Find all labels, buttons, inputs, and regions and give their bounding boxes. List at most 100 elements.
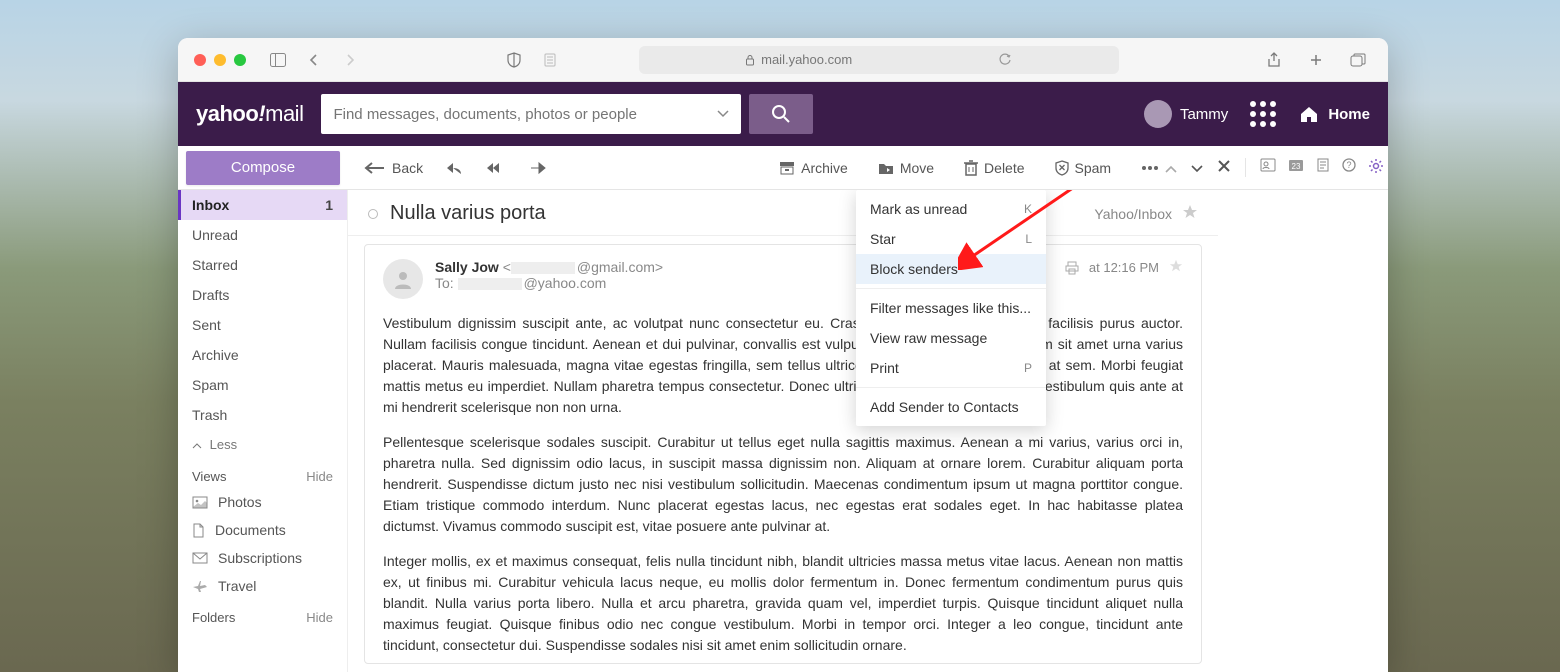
delete-button[interactable]: Delete: [958, 156, 1030, 180]
shield-x-icon: [1055, 160, 1069, 176]
search-button[interactable]: [749, 94, 813, 134]
trash-icon: [964, 160, 978, 176]
lock-icon: [745, 54, 755, 66]
sidebar-item-starred[interactable]: Starred: [178, 250, 347, 280]
prev-message-icon[interactable]: [1165, 160, 1177, 176]
share-icon[interactable]: [1260, 48, 1288, 72]
sidebar-less[interactable]: Less: [178, 430, 347, 459]
spam-button[interactable]: Spam: [1049, 156, 1118, 180]
dd-separator: [856, 288, 1046, 289]
gear-icon[interactable]: [1368, 158, 1384, 177]
chevron-down-icon[interactable]: [717, 105, 729, 123]
nav-forward-icon[interactable]: [336, 48, 364, 72]
minimize-window[interactable]: [214, 54, 226, 66]
message-card: Sally Jow <@gmail.com> To: @yahoo.com at…: [364, 244, 1202, 664]
close-window[interactable]: [194, 54, 206, 66]
dd-view-raw[interactable]: View raw message: [856, 323, 1046, 353]
notepad-icon[interactable]: [1316, 158, 1330, 177]
dd-print[interactable]: Print P: [856, 353, 1046, 383]
right-pane: [1218, 190, 1388, 672]
reload-icon[interactable]: [998, 53, 1012, 67]
new-tab-icon[interactable]: [1302, 48, 1330, 72]
archive-button[interactable]: Archive: [773, 156, 854, 180]
home-icon: [1298, 104, 1320, 124]
forward-button[interactable]: [523, 157, 553, 179]
forward-icon: [529, 161, 547, 175]
reply-all-button[interactable]: [479, 157, 513, 179]
yahoo-header: yahoo!mail Tammy Home: [178, 82, 1388, 146]
message-star-icon[interactable]: [1169, 259, 1183, 276]
main-area: Inbox 1 Unread Starred Drafts Sent Archi…: [178, 190, 1388, 672]
move-button[interactable]: Move: [872, 156, 940, 180]
avatar-icon: [1144, 100, 1172, 128]
sender-avatar: [383, 259, 423, 299]
tabs-icon[interactable]: [1344, 48, 1372, 72]
more-button[interactable]: [1135, 161, 1165, 175]
sidebar-view-travel[interactable]: Travel: [178, 572, 347, 600]
sidebar-item-spam[interactable]: Spam: [178, 370, 347, 400]
redacted-sender: [511, 262, 575, 274]
dd-filter-like-this[interactable]: Filter messages like this...: [856, 293, 1046, 323]
archive-icon: [779, 161, 795, 175]
more-dropdown: Mark as unread K Star L Block senders Fi…: [856, 190, 1046, 426]
sidebar-view-photos[interactable]: Photos: [178, 488, 347, 516]
unread-dot-icon: [368, 209, 378, 219]
sidebar-item-drafts[interactable]: Drafts: [178, 280, 347, 310]
account-menu[interactable]: Tammy: [1144, 100, 1228, 128]
dd-block-senders[interactable]: Block senders: [856, 254, 1046, 284]
message-subject: Nulla varius porta: [390, 202, 546, 225]
browser-window: mail.yahoo.com yahoo!mail: [178, 38, 1388, 672]
back-button[interactable]: Back: [358, 156, 429, 180]
reply-button[interactable]: [439, 157, 469, 179]
svg-text:?: ?: [1347, 160, 1352, 170]
address-bar[interactable]: mail.yahoo.com: [639, 46, 1119, 74]
subject-row: Nulla varius porta Yahoo/Inbox: [348, 190, 1218, 236]
message-content: Nulla varius porta Yahoo/Inbox Sally Jow: [348, 190, 1218, 672]
calendar-icon[interactable]: 23: [1288, 158, 1304, 177]
sidebar-views-header: Views Hide: [178, 459, 347, 488]
yahoo-mail-logo[interactable]: yahoo!mail: [196, 101, 303, 127]
arrow-left-icon: [364, 161, 386, 175]
nav-back-icon[interactable]: [300, 48, 328, 72]
folders-hide-link[interactable]: Hide: [306, 610, 333, 625]
sidebar-item-sent[interactable]: Sent: [178, 310, 347, 340]
sidebar-toggle-icon[interactable]: [264, 48, 292, 72]
home-link[interactable]: Home: [1298, 104, 1370, 124]
help-icon[interactable]: ?: [1342, 158, 1356, 177]
compose-button[interactable]: Compose: [186, 151, 340, 185]
zoom-window[interactable]: [234, 54, 246, 66]
search-box[interactable]: [321, 94, 741, 134]
breadcrumb[interactable]: Yahoo/Inbox: [1094, 206, 1172, 222]
dd-add-sender-contacts[interactable]: Add Sender to Contacts: [856, 392, 1046, 422]
close-message-icon[interactable]: [1217, 159, 1231, 176]
svg-text:23: 23: [1292, 162, 1301, 171]
sidebar: Inbox 1 Unread Starred Drafts Sent Archi…: [178, 190, 348, 672]
reply-icon: [445, 161, 463, 175]
user-name: Tammy: [1180, 106, 1228, 123]
apps-grid-icon[interactable]: [1250, 101, 1276, 127]
contacts-icon[interactable]: [1260, 158, 1276, 177]
url-text: mail.yahoo.com: [761, 52, 852, 67]
sidebar-item-archive[interactable]: Archive: [178, 340, 347, 370]
views-hide-link[interactable]: Hide: [306, 469, 333, 484]
reader-icon[interactable]: [536, 48, 564, 72]
sidebar-item-unread[interactable]: Unread: [178, 220, 347, 250]
sidebar-item-inbox[interactable]: Inbox 1: [178, 190, 347, 220]
shield-icon[interactable]: [500, 48, 528, 72]
message-body: Vestibulum dignissim suscipit ante, ac v…: [383, 313, 1183, 664]
next-message-icon[interactable]: [1191, 160, 1203, 176]
search-input[interactable]: [333, 106, 717, 123]
sidebar-view-subscriptions[interactable]: Subscriptions: [178, 544, 347, 572]
dd-mark-unread[interactable]: Mark as unread K: [856, 194, 1046, 224]
star-icon[interactable]: [1182, 204, 1198, 223]
sidebar-folders-header: Folders Hide: [178, 600, 347, 629]
redacted-recipient: [458, 278, 522, 290]
printer-icon[interactable]: [1065, 261, 1079, 275]
more-icon: [1141, 165, 1159, 171]
sidebar-item-trash[interactable]: Trash: [178, 400, 347, 430]
sender-name[interactable]: Sally Jow: [435, 259, 499, 275]
message-date: at 12:16 PM: [1089, 260, 1159, 275]
browser-titlebar: mail.yahoo.com: [178, 38, 1388, 82]
sidebar-view-documents[interactable]: Documents: [178, 516, 347, 544]
dd-star[interactable]: Star L: [856, 224, 1046, 254]
